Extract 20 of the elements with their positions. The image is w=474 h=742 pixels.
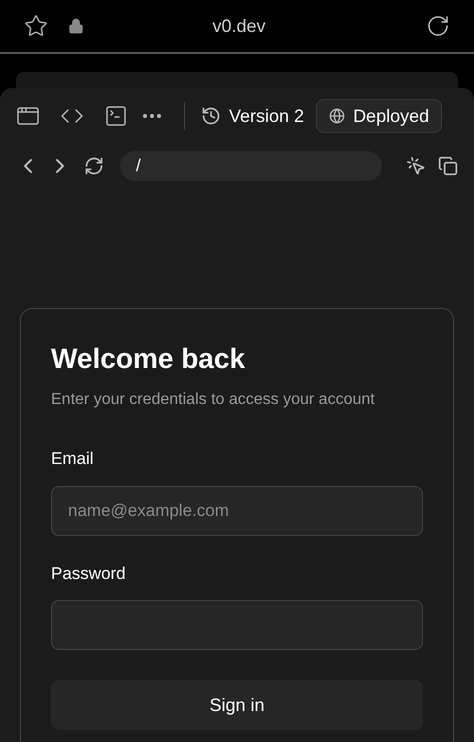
history-icon — [201, 106, 221, 126]
terminal-tab[interactable] — [104, 104, 128, 128]
lock-icon — [68, 18, 84, 34]
copy-icon[interactable] — [438, 156, 458, 176]
bookmark-star-icon[interactable] — [24, 14, 48, 38]
url-text[interactable]: v0.dev — [212, 12, 266, 40]
globe-icon — [329, 108, 346, 124]
card-title: Welcome back — [51, 342, 246, 376]
card-subtitle: Enter your credentials to access your account — [51, 390, 376, 410]
refresh-icon[interactable] — [84, 156, 104, 176]
version-button[interactable]: Version 2 — [201, 102, 304, 130]
input-field[interactable] — [51, 600, 423, 650]
deployed-button[interactable]: Deployed — [316, 99, 442, 133]
sign-in-button[interactable]: Sign in — [51, 680, 423, 730]
field-label: Email — [51, 448, 95, 470]
field-label: Password — [51, 562, 127, 584]
reload-icon[interactable] — [426, 14, 450, 38]
select-pointer-icon[interactable] — [406, 156, 426, 176]
path-field[interactable]: / — [120, 151, 382, 181]
input-field[interactable]: name@example.com — [51, 486, 423, 536]
